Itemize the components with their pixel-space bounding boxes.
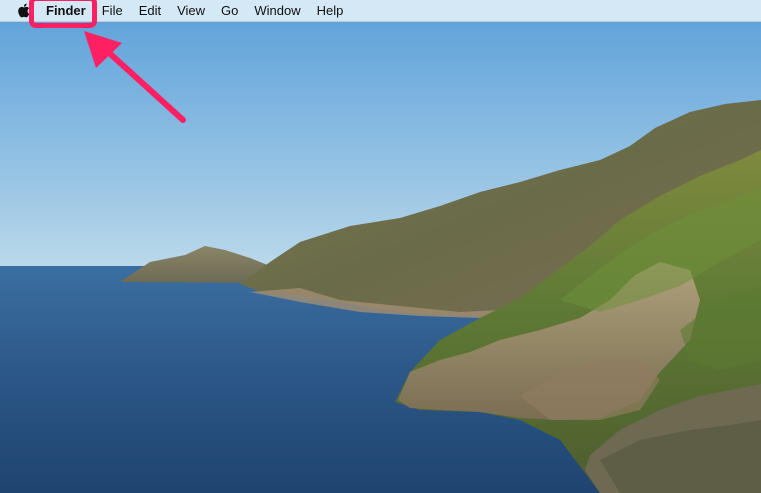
- menu-finder[interactable]: Finder: [38, 0, 94, 21]
- menu-file[interactable]: File: [94, 0, 131, 21]
- menu-bar: Finder File Edit View Go Window Help: [0, 0, 761, 22]
- apple-menu-icon[interactable]: [16, 3, 30, 19]
- menu-help[interactable]: Help: [309, 0, 352, 21]
- menu-window[interactable]: Window: [246, 0, 308, 21]
- desktop-wallpaper: [0, 0, 761, 493]
- menu-view[interactable]: View: [169, 0, 213, 21]
- menu-go[interactable]: Go: [213, 0, 246, 21]
- menu-edit[interactable]: Edit: [131, 0, 169, 21]
- desktop: Finder File Edit View Go Window Help: [0, 0, 761, 493]
